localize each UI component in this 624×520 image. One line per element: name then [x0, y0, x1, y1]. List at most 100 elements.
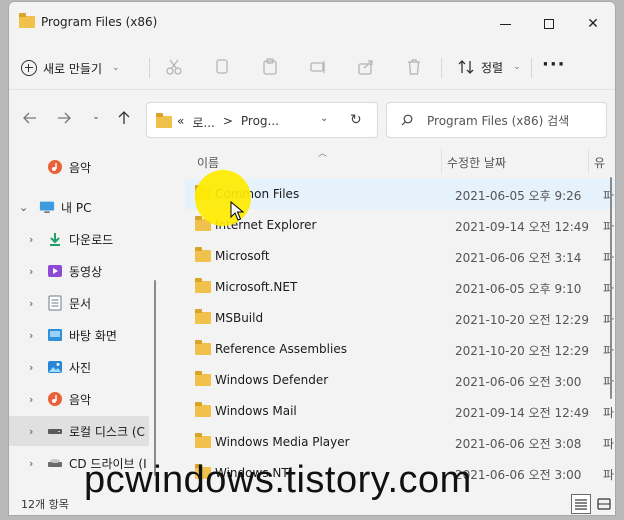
file-date: 2021-06-06 오전 3:00 — [455, 468, 582, 482]
share-icon — [358, 60, 373, 75]
file-row[interactable]: Windows Mail 2021-09-14 오전 12:49 파 — [185, 396, 615, 426]
folder-icon — [195, 371, 211, 386]
minimize-button[interactable] — [483, 10, 527, 38]
file-name: Reference Assemblies — [215, 342, 347, 356]
column-date-modified[interactable]: 수정한 날짜 — [447, 154, 506, 171]
thumbnail-view-button[interactable] — [594, 494, 614, 514]
file-row[interactable]: Windows Media Player 2021-06-06 오전 3:08 … — [185, 427, 615, 457]
chevron-down-icon[interactable]: ⌄ — [19, 201, 28, 214]
list-view-icon — [575, 499, 587, 510]
breadcrumb-item[interactable]: 로... — [192, 114, 214, 131]
sidebar-item-label: 사진 — [69, 360, 92, 375]
breadcrumb-item[interactable]: Prog... — [241, 114, 279, 131]
chevron-right-icon[interactable]: › — [29, 457, 33, 470]
file-row[interactable]: Microsoft.NET 2021-06-05 오후 9:10 파 — [185, 272, 615, 302]
cut-button[interactable] — [165, 58, 183, 76]
sidebar-item-pictures[interactable]: › 사진 — [9, 352, 149, 382]
watermark: pcwindows.tistory.com — [84, 459, 472, 501]
breadcrumb: « 로... > Prog... — [177, 114, 279, 131]
cd-drive-icon — [47, 455, 63, 471]
file-type: 파 — [603, 282, 615, 296]
up-button[interactable] — [114, 110, 134, 130]
file-name: Microsoft — [215, 249, 270, 263]
music-icon — [47, 391, 63, 407]
toolbar-divider — [531, 58, 532, 78]
column-name[interactable]: 이름 — [197, 154, 219, 171]
sidebar-item-music[interactable]: 음악 — [9, 152, 149, 182]
close-icon: ✕ — [587, 16, 599, 32]
file-date: 2021-06-05 오후 9:10 — [455, 282, 582, 296]
file-row[interactable]: Reference Assemblies 2021-10-20 오전 12:29… — [185, 334, 615, 364]
sidebar-item-videos[interactable]: › 동영상 — [9, 256, 149, 286]
chevron-right-icon[interactable]: › — [29, 425, 33, 438]
file-name: Windows Media Player — [215, 435, 350, 449]
sort-button-label: 정렬 — [481, 60, 504, 75]
rename-button[interactable] — [309, 58, 327, 76]
arrow-right-icon — [58, 112, 71, 124]
delete-button[interactable] — [405, 58, 423, 76]
sidebar-scrollbar[interactable] — [154, 280, 156, 476]
chevron-right-icon[interactable]: › — [29, 297, 33, 310]
column-type[interactable]: 유 — [594, 154, 605, 171]
maximize-icon — [544, 19, 554, 29]
paste-icon — [263, 58, 277, 75]
sidebar-item-local-disk[interactable]: › 로컬 디스크 (C — [9, 416, 149, 446]
file-row[interactable]: Windows Defender 2021-06-06 오전 3:00 파 — [185, 365, 615, 395]
file-row[interactable]: MSBuild 2021-10-20 오전 12:29 파 — [185, 303, 615, 333]
address-history-button[interactable]: ⌄ — [320, 113, 328, 124]
chevron-right-icon[interactable]: › — [29, 361, 33, 374]
share-button[interactable] — [357, 58, 375, 76]
download-icon — [47, 231, 63, 247]
copy-button[interactable] — [213, 58, 231, 76]
new-button[interactable]: 새로 만들기 ⌄ — [21, 56, 120, 80]
address-bar[interactable]: « 로... > Prog... ⌄ ↻ — [146, 102, 378, 138]
cut-icon — [166, 59, 182, 75]
chevron-right-icon[interactable]: › — [29, 265, 33, 278]
trash-icon — [408, 59, 420, 75]
file-date: 2021-06-05 오후 9:26 — [455, 189, 582, 203]
details-view-button[interactable] — [571, 494, 591, 514]
file-type: 파 — [603, 437, 615, 451]
folder-icon — [195, 247, 211, 262]
file-row[interactable]: Internet Explorer 2021-09-14 오전 12:49 파 — [185, 210, 615, 240]
back-button[interactable] — [20, 110, 40, 130]
chevron-right-icon[interactable]: › — [29, 329, 33, 342]
recent-locations-button[interactable]: ⌄ — [86, 112, 106, 132]
sidebar-item-this-pc[interactable]: ⌄ 내 PC — [9, 192, 149, 222]
sidebar-item-documents[interactable]: › 문서 — [9, 288, 149, 318]
forward-button[interactable] — [54, 110, 74, 130]
file-type: 파 — [603, 344, 615, 358]
sort-button[interactable]: 정렬 ⌄ — [457, 58, 521, 76]
sidebar-item-desktop[interactable]: › 바탕 화면 — [9, 320, 149, 350]
file-row[interactable]: Microsoft 2021-06-06 오전 3:14 파 — [185, 241, 615, 271]
file-type: 파 — [603, 251, 615, 265]
item-count: 12개 항목 — [21, 498, 69, 511]
breadcrumb-separator[interactable]: > — [223, 114, 233, 131]
sidebar-item-label: 음악 — [69, 160, 92, 175]
chevron-down-icon: ⌄ — [513, 62, 521, 72]
column-divider[interactable] — [588, 148, 589, 174]
file-list-scrollbar[interactable] — [610, 177, 612, 399]
chevron-right-icon[interactable]: › — [29, 233, 33, 246]
sidebar-item-downloads[interactable]: › 다운로드 — [9, 224, 149, 254]
sidebar-item-music-pc[interactable]: › 음악 — [9, 384, 149, 414]
file-name: Microsoft.NET — [215, 280, 298, 294]
paste-button[interactable] — [261, 58, 279, 76]
thumbnail-view-icon — [597, 498, 611, 510]
breadcrumb-overflow[interactable]: « — [177, 114, 184, 131]
plus-circle-icon — [21, 60, 37, 76]
folder-icon — [195, 402, 211, 417]
maximize-button[interactable] — [527, 10, 571, 38]
more-options-button[interactable]: ··· — [542, 54, 566, 75]
file-date: 2021-06-06 오전 3:14 — [455, 251, 582, 265]
refresh-button[interactable]: ↻ — [350, 112, 362, 128]
search-box[interactable] — [386, 102, 607, 138]
chevron-right-icon[interactable]: › — [29, 393, 33, 406]
close-button[interactable]: ✕ — [571, 10, 615, 38]
column-divider[interactable] — [441, 148, 442, 174]
file-name: Windows Mail — [215, 404, 297, 418]
file-name: MSBuild — [215, 311, 264, 325]
refresh-icon: ↻ — [350, 112, 362, 128]
search-input[interactable] — [427, 114, 597, 128]
disk-icon — [47, 423, 63, 439]
